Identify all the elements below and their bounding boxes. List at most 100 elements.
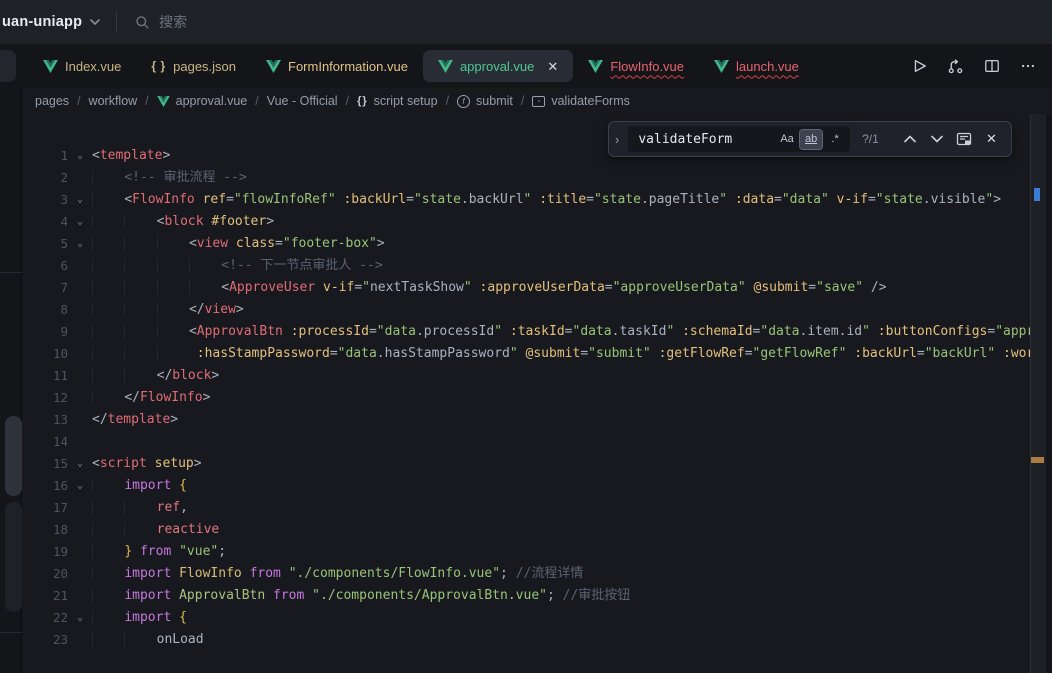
find-results-count: ?/1 [862, 132, 879, 146]
code-line[interactable]: 13</template> [22, 409, 1052, 431]
window-edge-strip [1046, 114, 1052, 673]
split-editor-button[interactable] [984, 58, 1000, 74]
fold-gutter [68, 365, 92, 387]
tabs-container: Index.vue { } pages.json FormInformation… [28, 50, 814, 82]
fold-gutter [68, 167, 92, 189]
breadcrumb-approval-vue[interactable]: approval.vue [157, 94, 248, 108]
fold-gutter [68, 629, 92, 651]
overview-change-marker [1031, 457, 1044, 463]
breadcrumb-pages[interactable]: pages [35, 94, 69, 108]
tab-launch-vue[interactable]: launch.vue [699, 50, 814, 82]
collapsed-sidebar-sliver[interactable]: ue [0, 88, 22, 673]
code-line[interactable]: 7 <ApproveUser v-if="nextTaskShow" :appr… [22, 277, 1052, 299]
split-editor-icon [984, 58, 1000, 74]
title-bar: uan-uniapp 搜索 [0, 0, 1052, 44]
find-expand-toggle[interactable]: › [615, 132, 628, 147]
breadcrumb-separator: / [77, 94, 80, 108]
find-close-button[interactable]: ✕ [982, 129, 1001, 149]
code-line[interactable]: 9 <ApprovalBtn :processId="data.processI… [22, 321, 1052, 343]
find-in-selection-button[interactable] [955, 129, 974, 149]
breadcrumb-vue-official[interactable]: Vue - Official [267, 94, 338, 108]
overview-ruler[interactable] [1030, 114, 1046, 673]
code-line[interactable]: 15⌄<script setup> [22, 453, 1052, 475]
breadcrumb-separator: / [255, 94, 258, 108]
code-line[interactable]: 18 reactive [22, 519, 1052, 541]
fold-chevron-icon[interactable]: ⌄ [68, 233, 92, 255]
vue-icon [266, 60, 281, 73]
editor-group: pages / workflow / approval.vue / Vue - … [22, 88, 1052, 673]
breadcrumb-separator: / [346, 94, 349, 108]
ellipsis-icon [1020, 58, 1036, 74]
code-line[interactable]: 12 </FlowInfo> [22, 387, 1052, 409]
code-line[interactable]: 6 <!-- 下一节点审批人 --> [22, 255, 1052, 277]
more-actions-button[interactable] [1020, 58, 1036, 74]
breadcrumb-submit[interactable]: f submit [457, 94, 513, 108]
editor-actions [911, 44, 1036, 88]
git-compare-icon [947, 58, 964, 75]
code-line[interactable]: 23 onLoad [22, 629, 1052, 651]
breadcrumb-separator: / [446, 94, 449, 108]
code-line[interactable]: 21 import ApprovalBtn from "./components… [22, 585, 1052, 607]
fold-chevron-icon[interactable]: ⌄ [68, 607, 92, 629]
vue-icon [43, 60, 58, 73]
match-case-toggle[interactable]: Aa [776, 130, 798, 149]
code-line[interactable]: 5⌄ <view class="footer-box"> [22, 233, 1052, 255]
fold-chevron-icon[interactable]: ⌄ [68, 189, 92, 211]
fold-chevron-icon[interactable]: ⌄ [68, 475, 92, 497]
breadcrumb-validateforms[interactable]: ▫ validateForms [532, 94, 630, 108]
chevron-up-icon [904, 135, 916, 143]
breadcrumb-workflow[interactable]: workflow [89, 94, 138, 108]
sliver-scrollbar-thumb[interactable] [5, 416, 22, 496]
find-query-text[interactable]: validateForm [638, 132, 774, 147]
fold-gutter [68, 321, 92, 343]
search-placeholder: 搜索 [159, 12, 187, 32]
code-line[interactable]: 17 ref, [22, 497, 1052, 519]
code-editor[interactable]: 1⌄<template>2 <!-- 审批流程 -->3⌄ <FlowInfo … [22, 114, 1052, 673]
fold-gutter [68, 541, 92, 563]
tab-index-vue[interactable]: Index.vue [28, 50, 136, 82]
code-line[interactable]: 2 <!-- 审批流程 --> [22, 167, 1052, 189]
run-button[interactable] [911, 58, 927, 74]
project-switcher[interactable]: uan-uniapp [2, 14, 100, 30]
code-lines: 1⌄<template>2 <!-- 审批流程 -->3⌄ <FlowInfo … [22, 145, 1052, 651]
fold-gutter [68, 497, 92, 519]
find-previous-button[interactable] [901, 129, 920, 149]
fold-chevron-icon[interactable]: ⌄ [68, 453, 92, 475]
code-line[interactable]: 22⌄ import { [22, 607, 1052, 629]
breadcrumb-separator: / [145, 94, 148, 108]
tab-pages-json[interactable]: { } pages.json [136, 50, 251, 82]
whole-word-toggle[interactable]: ab [800, 130, 822, 149]
breadcrumb-script-setup[interactable]: {} script setup [357, 94, 437, 108]
code-line[interactable]: 20 import FlowInfo from "./components/Fl… [22, 563, 1052, 585]
code-line[interactable]: 11 </block> [22, 365, 1052, 387]
tab-forminformation-vue[interactable]: FormInformation.vue [251, 50, 423, 82]
vue-icon [438, 60, 453, 73]
sliver-divider [0, 632, 22, 633]
open-changes-button[interactable] [947, 58, 964, 75]
code-line[interactable]: 16⌄ import { [22, 475, 1052, 497]
fold-gutter [68, 299, 92, 321]
tab-close-icon[interactable]: ✕ [547, 60, 558, 73]
fold-chevron-icon[interactable]: ⌄ [68, 145, 92, 167]
global-search[interactable]: 搜索 [135, 12, 187, 32]
code-line[interactable]: 4⌄ <block #footer> [22, 211, 1052, 233]
code-line[interactable]: 10 :hasStampPassword="data.hasStampPassw… [22, 343, 1052, 365]
tab-label: launch.vue [736, 59, 799, 74]
tab-approval-vue-active[interactable]: approval.vue ✕ [423, 50, 573, 82]
fold-chevron-icon[interactable]: ⌄ [68, 211, 92, 233]
fold-gutter [68, 277, 92, 299]
code-line[interactable]: 14 [22, 431, 1052, 453]
regex-toggle[interactable]: .* [824, 130, 846, 149]
project-name: uan-uniapp [2, 14, 82, 30]
search-icon [135, 15, 150, 30]
hidden-panel-sliver[interactable] [0, 50, 16, 82]
find-input[interactable]: validateForm Aa ab .* [628, 126, 850, 152]
tab-label: pages.json [173, 59, 236, 74]
symbol-function-icon: f [457, 95, 470, 108]
code-line[interactable]: 8 </view> [22, 299, 1052, 321]
code-line[interactable]: 3⌄ <FlowInfo ref="flowInfoRef" :backUrl=… [22, 189, 1052, 211]
tab-flowinfo-vue[interactable]: FlowInfo.vue [573, 50, 699, 82]
tab-label: approval.vue [460, 59, 534, 74]
code-line[interactable]: 19 } from "vue"; [22, 541, 1052, 563]
find-next-button[interactable] [928, 129, 947, 149]
